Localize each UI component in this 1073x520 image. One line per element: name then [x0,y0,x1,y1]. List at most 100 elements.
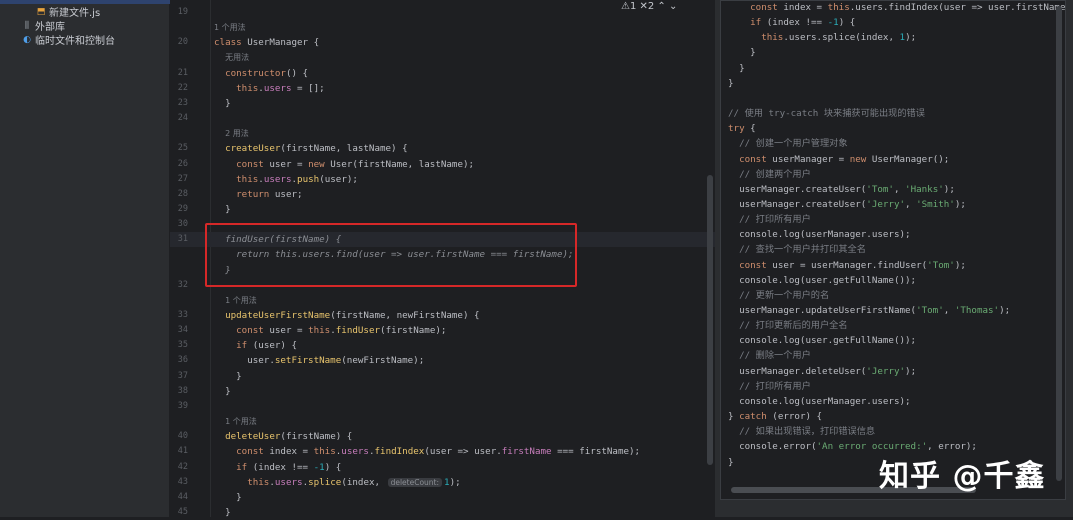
code-line[interactable]: 44 } [170,490,715,505]
code-line[interactable] [721,91,1065,106]
code-line[interactable]: const index = this.users.findIndex(user … [721,1,1066,15]
code-line[interactable]: // 打印更新后的用户全名 [721,318,1065,333]
code-line[interactable]: 36 user.setFirstName(newFirstName); [170,353,715,368]
code-text: console.log(userManager.users); [728,227,910,242]
usage-hint-row[interactable]: 无用法 [170,50,715,65]
code-text: updateUserFirstName(firstName, newFirstN… [214,308,480,323]
code-line[interactable]: // 查找一个用户并打印其全名 [721,242,1065,257]
usage-hint-row[interactable]: 1 个用法 [170,414,715,429]
code-line[interactable]: // 创建两个用户 [721,167,1065,182]
code-line[interactable]: // 创建一个用户管理对象 [721,136,1065,151]
code-token: this [827,2,850,13]
code-line[interactable]: } [721,76,1065,91]
code-line[interactable]: 43 this.users.splice(index, deleteCount:… [170,475,715,490]
code-token: if [750,17,767,29]
usage-hint[interactable]: 1 个用法 [214,23,246,32]
code-text: // 创建一个用户管理对象 [728,136,847,151]
code-line[interactable]: 27 this.users.push(user); [170,172,715,187]
usage-hint[interactable]: 2 用法 [225,129,249,138]
code-line[interactable]: userManager.createUser('Tom', 'Hanks'); [721,182,1065,197]
line-number: 32 [177,279,188,290]
editor-scrollbar[interactable] [707,175,713,465]
code-line[interactable]: 33 updateUserFirstName(firstName, newFir… [170,308,715,323]
code-token: users [263,173,292,185]
code-token: } [214,203,231,215]
code-text: if (index !== -1) { [214,460,341,475]
code-line[interactable]: const userManager = new UserManager(); [721,152,1065,167]
code-line[interactable]: } [721,45,1065,60]
code-line[interactable]: 39 [170,399,715,414]
code-text: this.users.splice(index, deleteCount: 1); [214,475,460,490]
code-line[interactable]: // 删除一个用户 [721,348,1065,363]
code-line[interactable]: userManager.deleteUser('Jerry'); [721,364,1065,379]
code-line[interactable]: 25 createUser(firstName, lastName) { [170,141,715,156]
highlight-box [205,223,577,287]
code-line[interactable]: } [721,61,1065,76]
code-line[interactable]: 26 const user = new User(firstName, last… [170,157,715,172]
code-line[interactable]: console.log(userManager.users); [721,227,1065,242]
preview-panel: const index = this.users.findIndex(user … [715,0,1073,517]
code-text: if (user) { [214,338,297,353]
code-line[interactable]: console.log(user.getFullName()); [721,273,1065,288]
code-line[interactable]: console.log(user.getFullName()); [721,333,1065,348]
code-line[interactable]: 42 if (index !== -1) { [170,460,715,475]
code-line[interactable]: // 打印所有用户 [721,212,1065,227]
code-line[interactable]: userManager.updateUserFirstName('Tom', '… [721,303,1065,318]
code-line[interactable]: // 如果出现错误，打印错误信息 [721,424,1065,439]
code-line[interactable]: const user = userManager.findUser('Tom')… [721,258,1065,273]
tree-item-scratches[interactable]: ◐ 临时文件和控制台 [22,32,115,48]
code-token: .users.findIndex(user => user.firstName [849,2,1066,13]
code-line[interactable]: 37 } [170,369,715,384]
code-line[interactable]: // 打印所有用户 [721,379,1065,394]
code-line[interactable]: 20 class UserManager { [170,35,715,50]
code-line[interactable]: // 更新一个用户的名 [721,288,1065,303]
code-line[interactable]: 38 } [170,384,715,399]
code-line[interactable]: 23 } [170,96,715,111]
vertical-scrollbar[interactable] [1056,6,1062,481]
line-number: 42 [177,461,188,472]
usage-hint-row[interactable]: 1 个用法 [170,20,715,35]
code-text: const user = this.findUser(firstName); [214,323,446,338]
code-editor[interactable]: 19 1 个用法 20 class UserManager { 无用法 21 const… [170,0,715,520]
code-line[interactable]: 40 deleteUser(firstName) { [170,429,715,444]
code-line[interactable]: try { [721,121,1065,136]
tree-item-external-libraries[interactable]: ⫼ 外部库 [22,18,65,34]
code-line[interactable]: console.log(userManager.users); [721,394,1065,409]
code-text: // 创建两个用户 [728,167,811,182]
usage-hint[interactable]: 无用法 [225,53,249,62]
code-line[interactable]: 29 } [170,202,715,217]
usage-hint-row[interactable]: 2 用法 [170,126,715,141]
code-line[interactable]: this.users.splice(index, 1); [721,30,1065,45]
code-line[interactable]: userManager.createUser('Jerry', 'Smith')… [721,197,1065,212]
code-token: 'Jerry' [866,365,906,377]
code-line[interactable]: // 使用 try-catch 块来捕获可能出现的错误 [721,106,1065,121]
inspection-status[interactable]: ⚠1 ✕2 ⌃ ⌄ [618,1,681,13]
code-token: ) { [838,17,856,29]
code-token: setFirstName [274,355,342,367]
code-line[interactable]: } catch (error) { [721,409,1065,424]
tree-item-new-file[interactable]: ⬒ 新建文件.js [36,4,100,20]
code-line[interactable]: 24 [170,111,715,126]
code-token: ) { [324,461,342,473]
code-token: findUser [335,325,381,337]
code-text: try { [728,121,756,136]
code-line[interactable]: 28 return user; [170,187,715,202]
usage-hint[interactable]: 1 个用法 [225,296,257,305]
code-line[interactable]: 45 } [170,505,715,520]
usage-hint-row[interactable]: 1 个用法 [170,293,715,308]
code-text: } [214,490,242,505]
code-token: 'Hanks' [905,183,944,195]
code-line[interactable]: 35 if (user) { [170,338,715,353]
code-line[interactable]: 21 constructor() { [170,66,715,81]
code-line[interactable]: 34 const user = this.findUser(firstName)… [170,323,715,338]
code-token: (error) { [772,411,823,423]
code-line[interactable]: 22 this.users = []; [170,81,715,96]
code-line[interactable]: 41 const index = this.users.findIndex(us… [170,444,715,459]
code-line[interactable]: if (index !== -1) { [721,15,1065,30]
code-token: user. [214,355,275,367]
code-text: // 更新一个用户的名 [728,288,829,303]
code-token: (firstName, newFirstName) { [330,310,480,321]
usage-hint[interactable]: 1 个用法 [225,417,257,426]
